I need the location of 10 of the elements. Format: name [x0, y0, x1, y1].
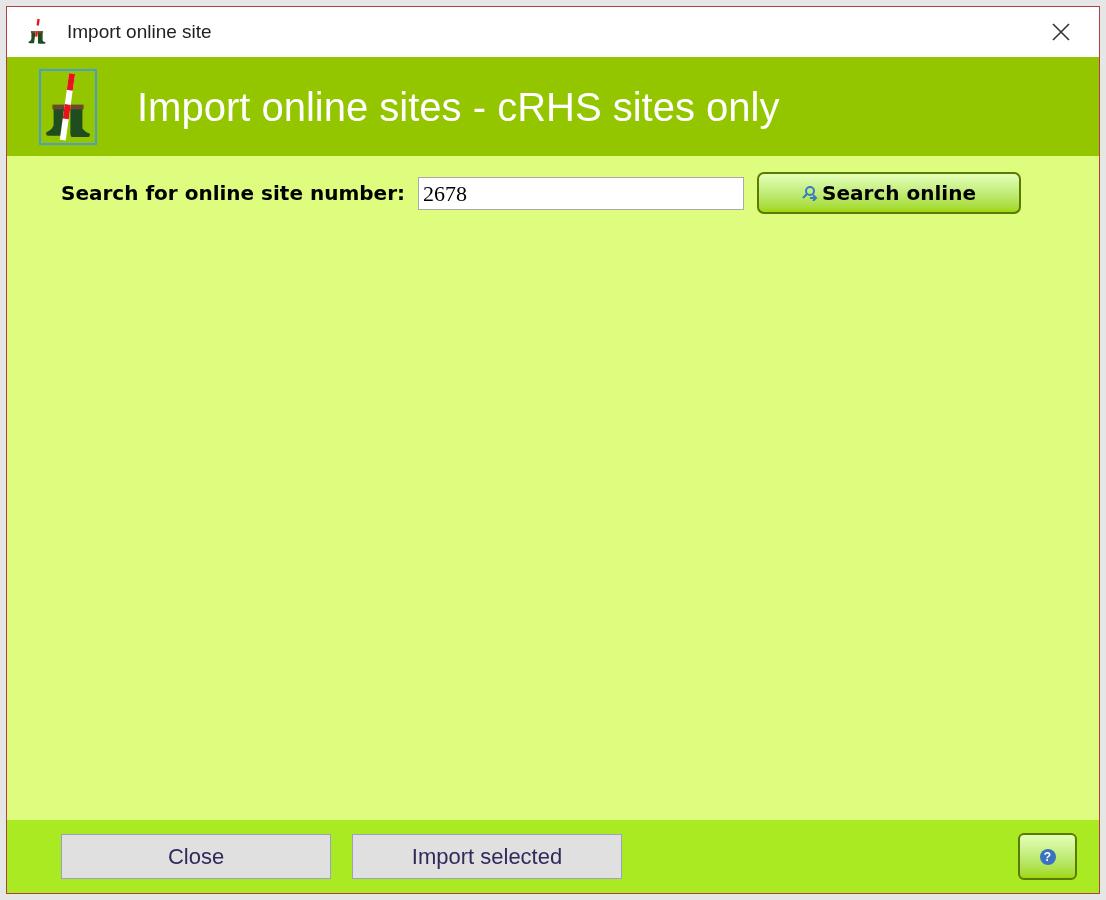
close-icon[interactable]: [1051, 22, 1071, 42]
search-icon: [802, 185, 819, 201]
footer-button[interactable]: Import selected: [352, 834, 622, 879]
site-number-field[interactable]: 2678: [418, 176, 744, 210]
search-online-button[interactable]: Search online: [757, 172, 1021, 214]
footer-button[interactable]: Close: [61, 834, 331, 879]
window-title: Import online site: [67, 19, 212, 44]
header-title: Import online sites - cRHS sites only: [137, 83, 780, 131]
search-label: Search for online site number:: [61, 180, 405, 207]
help-button[interactable]: ?: [1018, 833, 1077, 880]
